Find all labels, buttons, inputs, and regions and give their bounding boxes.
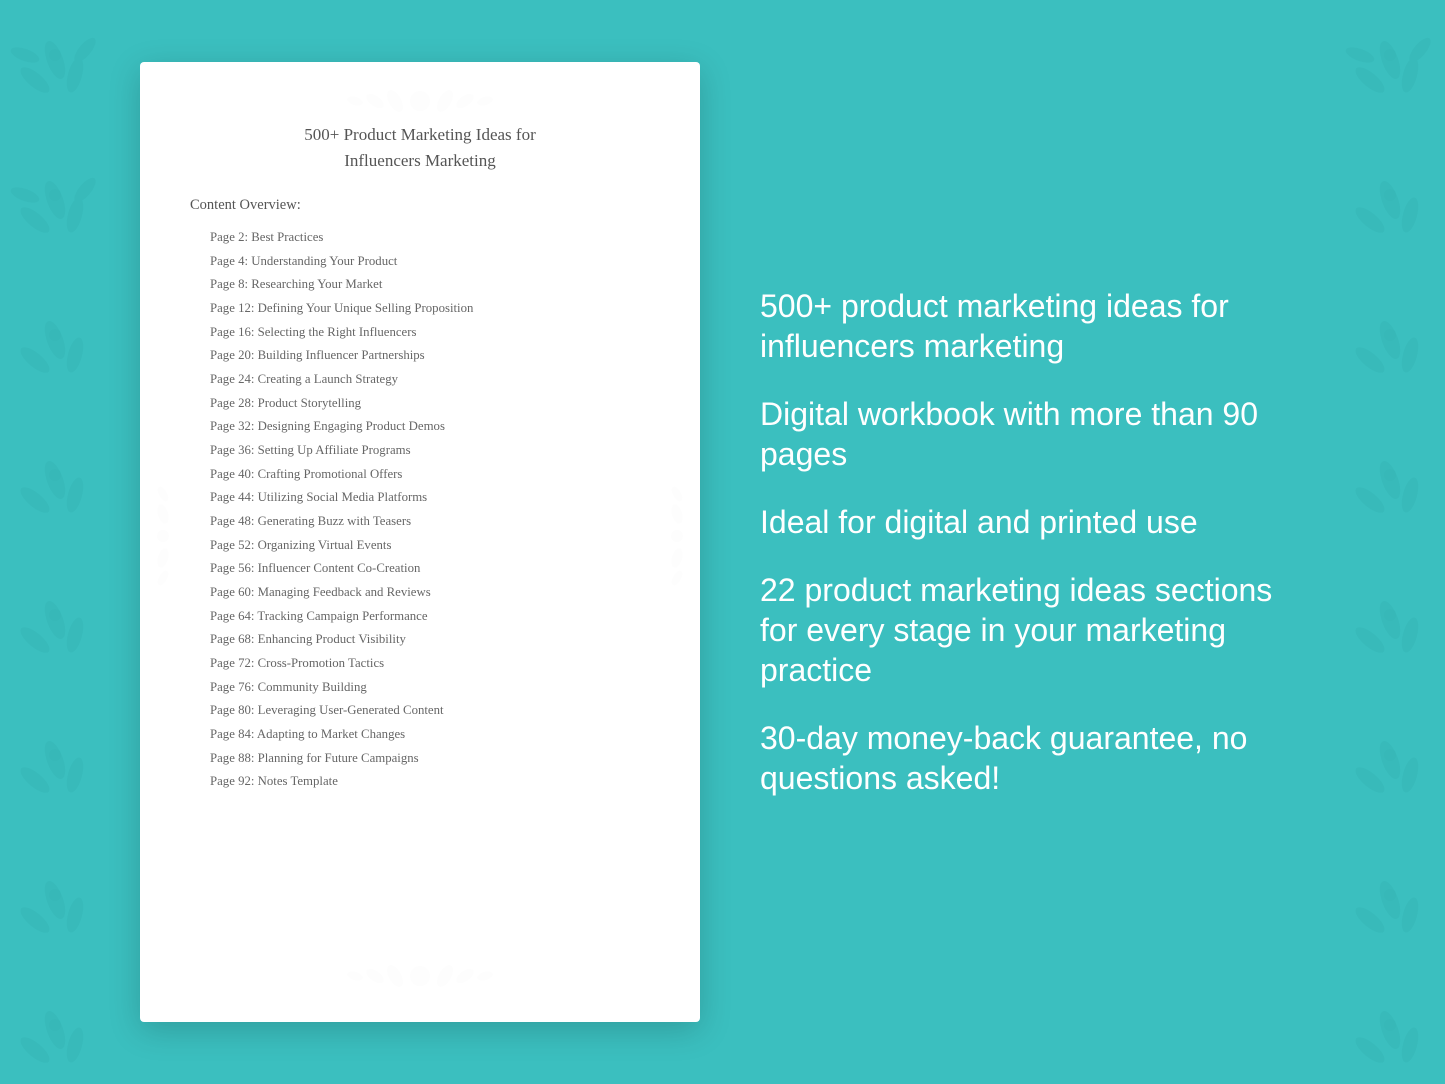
toc-item: Page 8: Researching Your Market bbox=[190, 273, 650, 297]
toc-item: Page 36: Setting Up Affiliate Programs bbox=[190, 439, 650, 463]
toc-item: Page 12: Defining Your Unique Selling Pr… bbox=[190, 297, 650, 321]
toc-item: Page 52: Organizing Virtual Events bbox=[190, 534, 650, 558]
toc-item: Page 64: Tracking Campaign Performance bbox=[190, 605, 650, 629]
feature-text-4: 30-day money-back guarantee, no question… bbox=[760, 718, 1305, 798]
toc-item: Page 4: Understanding Your Product bbox=[190, 250, 650, 274]
right-content-panel: 500+ product marketing ideas for influen… bbox=[760, 286, 1305, 798]
toc-item: Page 84: Adapting to Market Changes bbox=[190, 723, 650, 747]
content-overview-label: Content Overview: bbox=[190, 197, 650, 214]
feature-text-3: 22 product marketing ideas sections for … bbox=[760, 570, 1305, 690]
toc-item: Page 60: Managing Feedback and Reviews bbox=[190, 581, 650, 605]
toc-item: Page 28: Product Storytelling bbox=[190, 392, 650, 416]
toc-item: Page 24: Creating a Launch Strategy bbox=[190, 368, 650, 392]
toc-item: Page 48: Generating Buzz with Teasers bbox=[190, 510, 650, 534]
toc-item: Page 2: Best Practices bbox=[190, 226, 650, 250]
toc-item: Page 32: Designing Engaging Product Demo… bbox=[190, 415, 650, 439]
toc-item: Page 88: Planning for Future Campaigns bbox=[190, 747, 650, 771]
toc-item: Page 76: Community Building bbox=[190, 676, 650, 700]
toc-item: Page 92: Notes Template bbox=[190, 770, 650, 794]
toc-item: Page 40: Crafting Promotional Offers bbox=[190, 463, 650, 487]
feature-text-0: 500+ product marketing ideas for influen… bbox=[760, 286, 1305, 366]
toc-item: Page 72: Cross-Promotion Tactics bbox=[190, 652, 650, 676]
doc-title-line2: Influencers Marketing bbox=[344, 151, 496, 170]
toc-item: Page 80: Leveraging User-Generated Conte… bbox=[190, 699, 650, 723]
table-of-contents: Page 2: Best PracticesPage 4: Understand… bbox=[190, 226, 650, 982]
main-layout: 500+ Product Marketing Ideas for Influen… bbox=[0, 0, 1445, 1084]
feature-text-2: Ideal for digital and printed use bbox=[760, 502, 1305, 542]
document-card: 500+ Product Marketing Ideas for Influen… bbox=[140, 62, 700, 1022]
doc-ornament-left bbox=[148, 476, 178, 608]
toc-item: Page 16: Selecting the Right Influencers bbox=[190, 321, 650, 345]
feature-text-1: Digital workbook with more than 90 pages bbox=[760, 394, 1305, 474]
toc-item: Page 44: Utilizing Social Media Platform… bbox=[190, 486, 650, 510]
doc-ornament-right bbox=[662, 476, 692, 608]
doc-ornament-top bbox=[330, 70, 510, 139]
toc-item: Page 68: Enhancing Product Visibility bbox=[190, 628, 650, 652]
toc-item: Page 56: Influencer Content Co-Creation bbox=[190, 557, 650, 581]
doc-ornament-bottom bbox=[330, 945, 510, 1014]
toc-item: Page 20: Building Influencer Partnership… bbox=[190, 344, 650, 368]
